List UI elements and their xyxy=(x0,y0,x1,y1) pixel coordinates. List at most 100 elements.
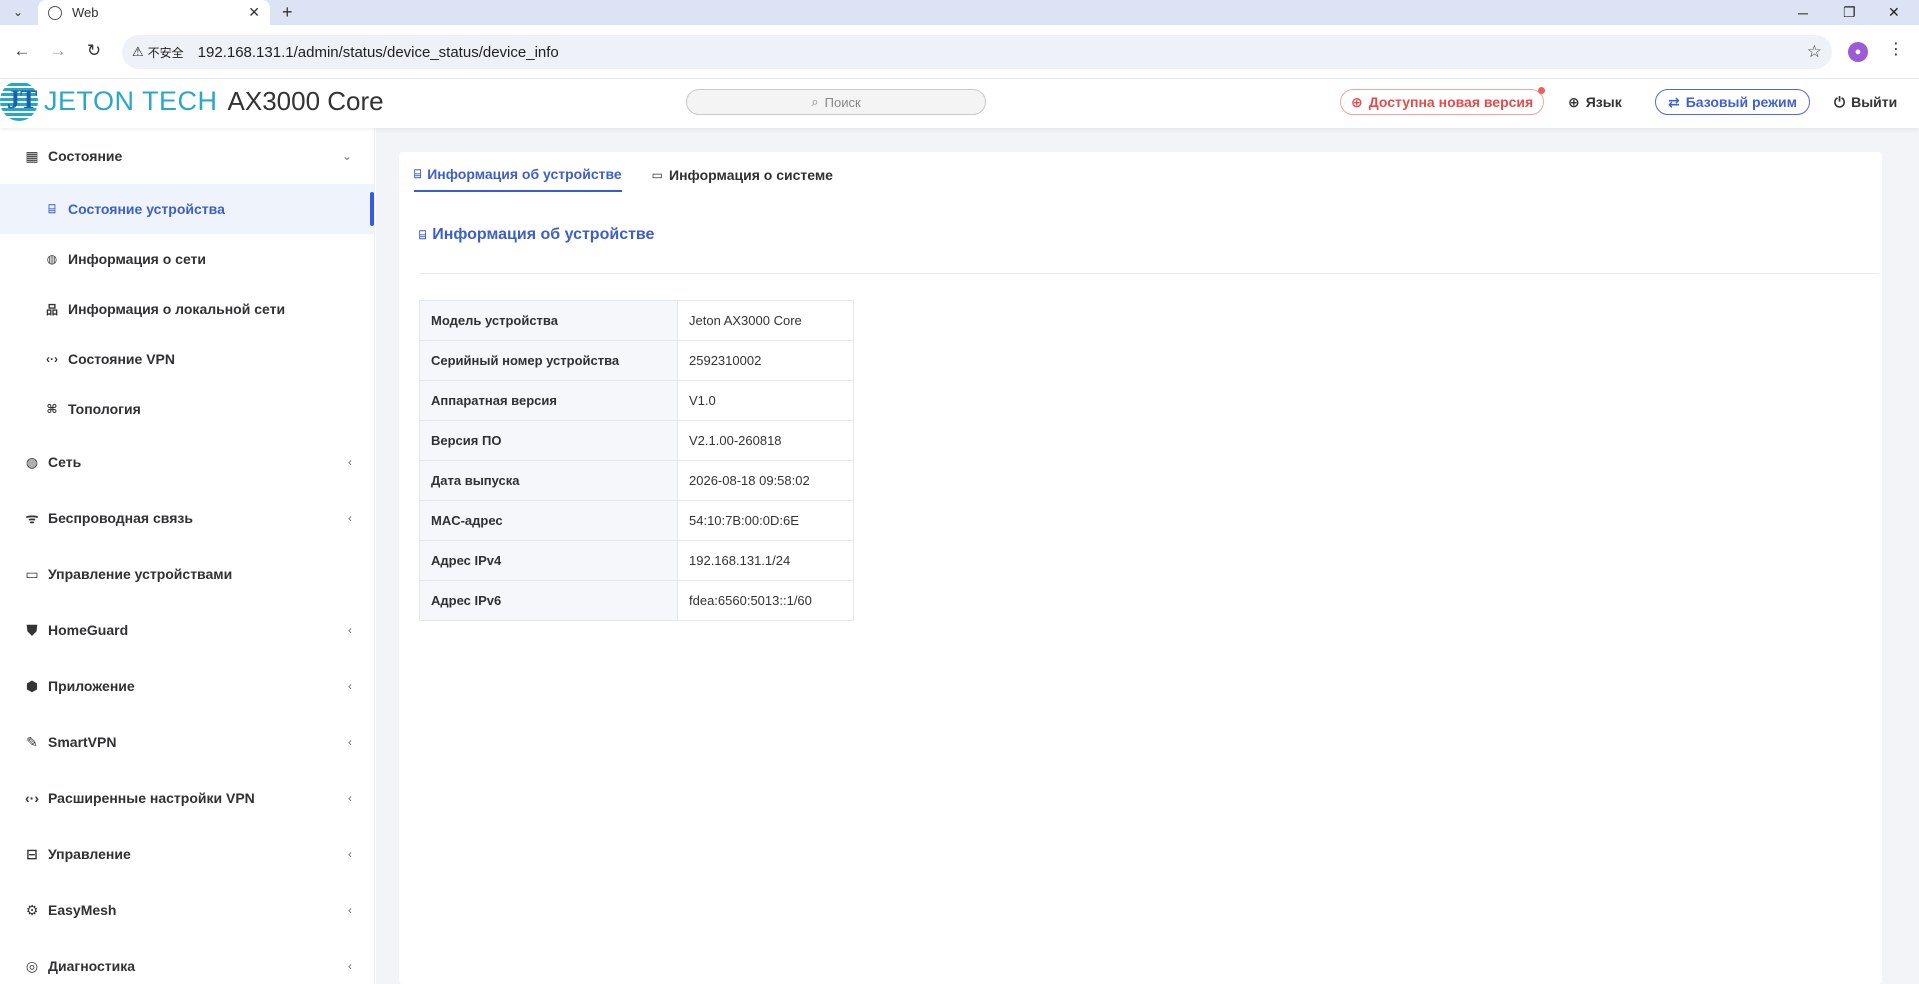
tab-system-info[interactable]: ▭ Информация о системе xyxy=(652,158,833,192)
sidebar-group-homeguard[interactable]: ⛊ HomeGuard ‹ xyxy=(0,602,374,658)
logo-text: JETON TECH xyxy=(44,85,218,116)
devices-icon: ▭ xyxy=(25,565,39,582)
reload-icon[interactable]: ↻ xyxy=(80,37,108,65)
sidebar-item-network-info[interactable]: ◍ Информация о сети xyxy=(0,234,374,284)
row-value: 192.168.131.1/24 xyxy=(677,540,854,581)
tab-label: Информация о системе xyxy=(669,167,833,183)
content-tabs: ⌸ Информация об устройстве ▭ Информация … xyxy=(414,158,863,192)
monitor-icon: ▭ xyxy=(651,168,664,182)
browser-tab-bar: ⌄ Web ✕ + ─ ❐ ✕ xyxy=(0,0,1919,25)
sidebar-group-network[interactable]: ◍ Сеть ‹ xyxy=(0,434,374,490)
url-text: 192.168.131.1/admin/status/device_status… xyxy=(197,43,559,61)
new-version-button[interactable]: ⊕ Доступна новая версия xyxy=(1340,87,1546,115)
table-row: Аппаратная версия V1.0 xyxy=(419,380,854,421)
insecure-badge[interactable]: ⚠ 不安全 xyxy=(132,44,184,61)
sidebar-item-label: Информация о сети xyxy=(68,251,207,267)
sidebar-item-topology[interactable]: ⌘ Топология xyxy=(0,384,374,434)
notification-dot xyxy=(1538,87,1546,94)
row-key: Серийный номер устройства xyxy=(419,340,678,381)
language-button[interactable]: ⊕ Язык xyxy=(1568,89,1622,115)
back-icon[interactable]: ← xyxy=(8,37,36,65)
table-row: Модель устройства Jeton AX3000 Core xyxy=(419,300,854,341)
address-bar-row: ← → ↻ ⚠ 不安全 192.168.131.1/admin/status/de… xyxy=(0,25,1919,79)
logout-label: Выйти xyxy=(1851,94,1898,110)
globe-icon: ◍ xyxy=(25,453,39,470)
main-content: ⌸ Информация об устройстве ▭ Информация … xyxy=(376,128,1919,984)
sidebar-group-advanced-vpn[interactable]: ‹·› Расширенные настройки VPN ‹ xyxy=(0,770,374,826)
section-title: ⌸ Информация об устройстве xyxy=(419,226,654,244)
browser-menu-icon[interactable]: ⋮ xyxy=(1888,39,1904,59)
model-name: AX3000 Core xyxy=(227,85,384,116)
vpn-icon: ‹·› xyxy=(46,352,58,366)
sidebar-group-smartvpn[interactable]: ✎ SmartVPN ‹ xyxy=(0,714,374,770)
sidebar-group-label: SmartVPN xyxy=(48,734,117,750)
search-icon: ⌕ xyxy=(811,94,819,109)
tab-title: Web xyxy=(72,5,99,20)
sidebar-item-label: Состояние устройства xyxy=(68,201,225,217)
table-row: Адрес IPv6 fdea:6560:5013::1/60 xyxy=(419,580,854,621)
sidebar-item-label: Топология xyxy=(68,401,141,417)
logout-button[interactable]: ⏻ Выйти xyxy=(1834,89,1897,115)
warning-icon: ⚠ xyxy=(132,44,144,59)
sidebar-item-device-status[interactable]: ⌸ Состояние устройства xyxy=(0,184,374,234)
restore-icon[interactable]: ❐ xyxy=(1843,0,1856,25)
chevron-left-icon: ‹ xyxy=(348,623,352,637)
row-key: Адрес IPv6 xyxy=(419,580,678,621)
logo: JT JETON TECH AX3000 Core xyxy=(0,81,384,121)
globe-icon xyxy=(48,5,62,20)
language-label: Язык xyxy=(1585,94,1622,110)
sidebar-group-label: Управление устройствами xyxy=(48,566,233,582)
upgrade-icon: ⊕ xyxy=(1351,93,1363,110)
chevron-left-icon: ‹ xyxy=(348,511,352,525)
profile-avatar[interactable]: ● xyxy=(1848,42,1868,62)
mode-label: Базовый режим xyxy=(1685,94,1798,110)
browser-tab[interactable]: Web ✕ xyxy=(38,0,270,25)
sidebar-group-diagnostics[interactable]: ◎ Диагностика ‹ xyxy=(0,938,374,984)
close-window-icon[interactable]: ✕ xyxy=(1888,0,1900,25)
mode-button[interactable]: ⇄ Базовый режим xyxy=(1655,89,1811,115)
minimize-icon[interactable]: ─ xyxy=(1798,0,1808,25)
tab-device-info[interactable]: ⌸ Информация об устройстве xyxy=(414,158,622,192)
toolbox-icon: ⊟ xyxy=(26,845,38,862)
url-field[interactable]: ⚠ 不安全 192.168.131.1/admin/status/device_s… xyxy=(122,35,1832,69)
section-title-text: Информация об устройстве xyxy=(432,226,655,243)
sidebar-group-status[interactable]: ▦ Состояние ⌄ xyxy=(0,128,374,184)
shield-icon: ⛊ xyxy=(26,621,38,638)
sidebar-item-vpn-status[interactable]: ‹·› Состояние VPN xyxy=(0,334,374,384)
dashboard-icon: ▦ xyxy=(25,147,39,164)
table-row: Версия ПО V2.1.00-260818 xyxy=(419,420,854,461)
router-icon: ⌸ xyxy=(414,166,422,181)
sidebar-item-lan-info[interactable]: 品 Информация о локальной сети xyxy=(0,284,374,334)
chevron-left-icon: ‹ xyxy=(348,679,352,693)
sidebar-group-label: Сеть xyxy=(48,454,82,470)
row-key: Версия ПО xyxy=(419,420,678,461)
sidebar-group-management[interactable]: ⊟ Управление ‹ xyxy=(0,826,374,882)
smartvpn-icon: ✎ xyxy=(26,733,38,750)
sidebar: ▦ Состояние ⌄ ⌸ Состояние устройства ◍ И… xyxy=(0,128,375,984)
chevron-down-icon: ⌄ xyxy=(341,149,352,163)
chevron-left-icon: ‹ xyxy=(348,735,352,749)
bookmark-star-icon[interactable]: ☆ xyxy=(1807,42,1822,62)
tab-search-icon[interactable]: ⌄ xyxy=(6,2,30,22)
sidebar-group-application[interactable]: ⬢ Приложение ‹ xyxy=(0,658,374,714)
search-input[interactable]: ⌕ Поиск xyxy=(686,89,986,115)
app-header: JT JETON TECH AX3000 Core ⌕ Поиск ⊕ Дост… xyxy=(0,79,1919,128)
vpn-icon: ‹·› xyxy=(25,790,39,806)
row-value: V1.0 xyxy=(677,380,854,421)
table-row: Серийный номер устройства 2592310002 xyxy=(419,340,854,381)
row-value: 2026-08-18 09:58:02 xyxy=(677,460,854,501)
app-icon: ⬢ xyxy=(25,677,39,694)
sidebar-item-label: Информация о локальной сети xyxy=(68,301,286,317)
close-tab-icon[interactable]: ✕ xyxy=(248,4,260,21)
sidebar-group-easymesh[interactable]: ⚙ EasyMesh ‹ xyxy=(0,882,374,938)
forward-icon[interactable]: → xyxy=(44,37,72,65)
mesh-icon: ⚙ xyxy=(25,901,39,918)
new-tab-button[interactable]: + xyxy=(282,0,293,25)
sidebar-group-wireless[interactable]: ᯤ Беспроводная связь ‹ xyxy=(0,490,374,546)
tab-label: Информация об устройстве xyxy=(427,166,622,182)
sidebar-group-label: Беспроводная связь xyxy=(48,510,193,526)
sidebar-group-device-management[interactable]: ▭ Управление устройствами xyxy=(0,546,374,602)
table-row: MAC-адрес 54:10:7B:00:0D:6E xyxy=(419,500,854,541)
row-key: Дата выпуска xyxy=(419,460,678,501)
row-value: V2.1.00-260818 xyxy=(677,420,854,461)
